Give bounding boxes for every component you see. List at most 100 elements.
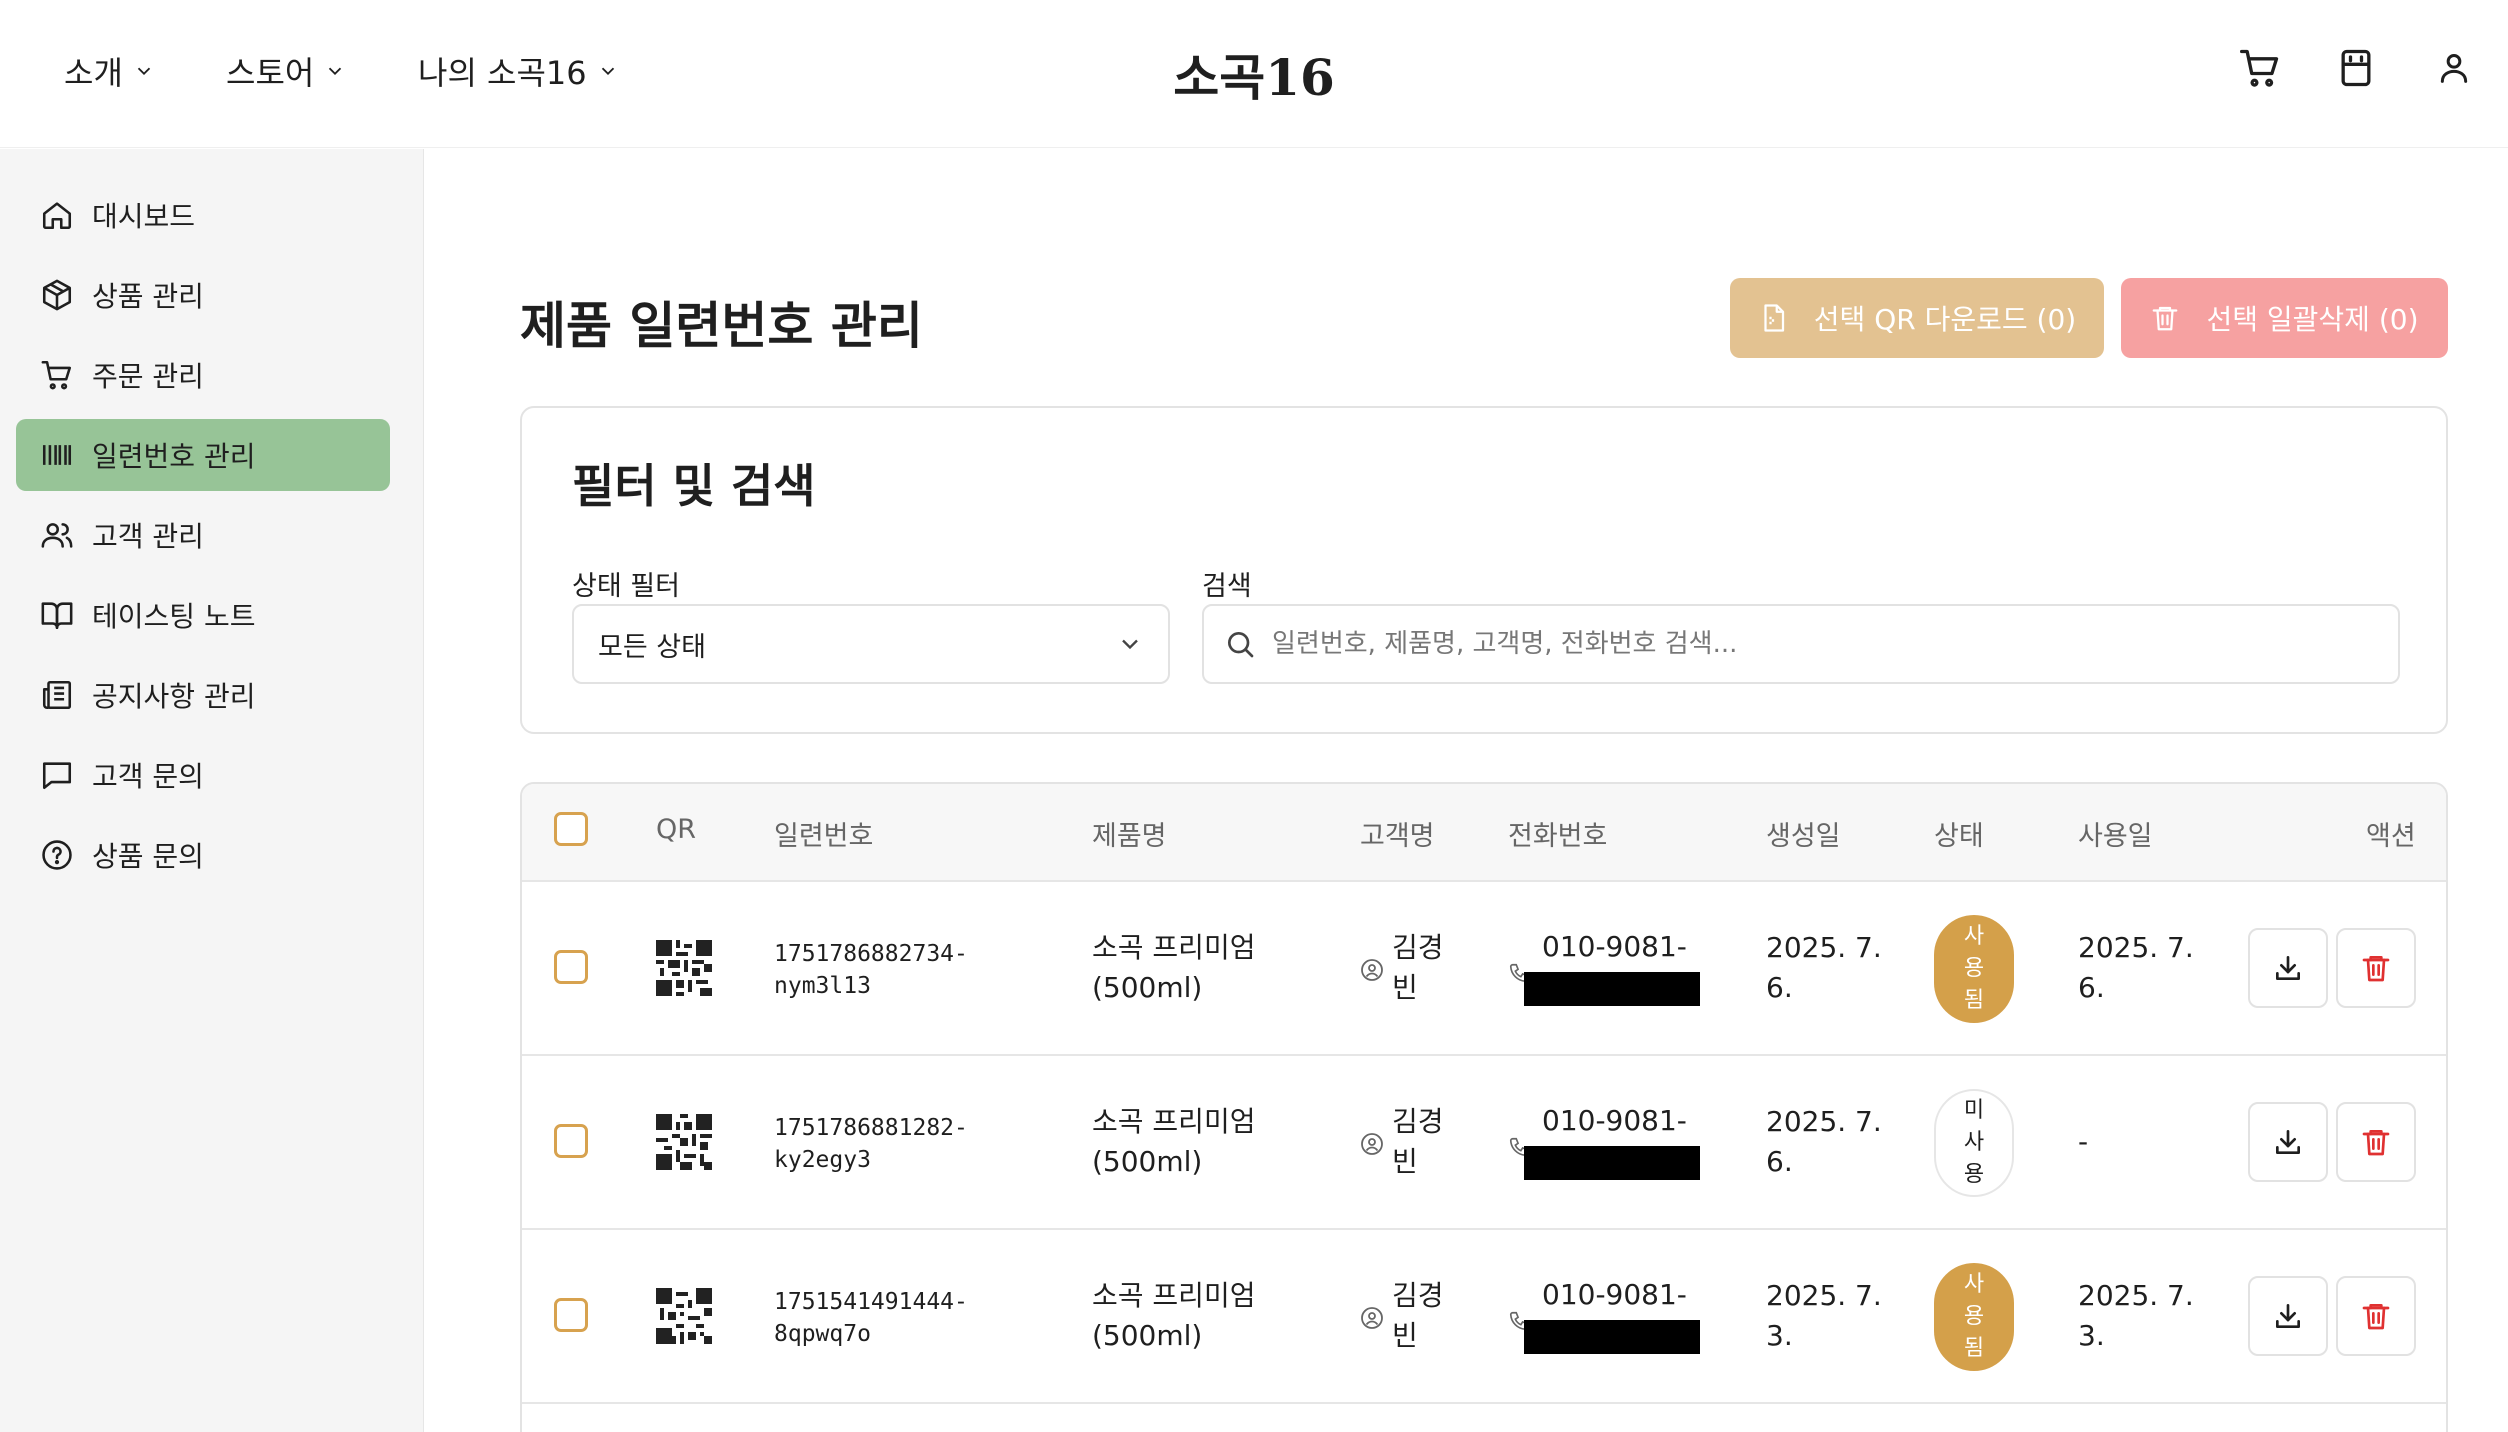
download-qr-button[interactable] [2248, 928, 2328, 1008]
delete-button[interactable] [2336, 1102, 2416, 1182]
users-icon [41, 523, 73, 548]
nav-item-my-sogok16[interactable]: 나의 소곡16 [418, 48, 619, 94]
date-line: 3. [2078, 1319, 2105, 1352]
trash-icon [2362, 1130, 2390, 1156]
brand-logo-wrap: 소곡16 [0, 38, 2508, 110]
help-circle-icon [42, 840, 72, 870]
download-icon [2276, 956, 2300, 980]
sidebar-item-customers[interactable]: 고객 관리 [16, 499, 390, 571]
nav-item-label: 나의 소곡16 [418, 54, 587, 92]
used-date: 2025. 7. 3. [2078, 1276, 2194, 1356]
qr-download-button[interactable]: 선택 QR 다운로드 (0) [1730, 278, 2104, 358]
sidebar-item-notices[interactable]: 공지사항 관리 [16, 659, 390, 731]
customer-line: 빈 [1392, 1145, 1418, 1178]
sidebar-item-serials[interactable]: 일련번호 관리 [16, 419, 390, 491]
trash-icon [2153, 306, 2178, 331]
created-date: 2025. 7. 3. [1766, 1276, 1882, 1356]
product-line: (500ml) [1092, 1145, 1203, 1178]
bulk-delete-label: 선택 일괄삭제 (0) [2206, 303, 2419, 336]
nav-item-about[interactable]: 소개 [64, 48, 155, 94]
phone-number: 010-9081- [1542, 1278, 1687, 1311]
select-all-checkbox[interactable] [554, 812, 588, 846]
chevron-down-icon [329, 67, 342, 76]
chevron-down-icon [1122, 639, 1138, 650]
nav-item-label: 스토어 [226, 54, 315, 92]
message-icon [42, 762, 72, 790]
nav-item-label: 소개 [64, 54, 123, 92]
status-badge: 미사용 [1934, 1089, 2014, 1197]
table-header-row: QR 일련번호 제품명 고객명 전화번호 생성일 상태 사용일 액션 [522, 784, 2446, 882]
nav-item-store[interactable]: 스토어 [226, 48, 346, 94]
user-icon[interactable] [2434, 46, 2474, 90]
trash-icon [2362, 1304, 2390, 1330]
search-box[interactable] [1202, 604, 2400, 684]
qr-code-icon[interactable] [656, 1114, 712, 1170]
sidebar-item-products[interactable]: 상품 관리 [16, 259, 390, 331]
sidebar-item-orders[interactable]: 주문 관리 [16, 339, 390, 411]
sidebar-item-label: 고객 문의 [92, 760, 204, 793]
trash-icon [2362, 956, 2390, 982]
customer-line: 빈 [1392, 971, 1418, 1004]
sidebar-item-tasting-notes[interactable]: 테이스팅 노트 [16, 579, 390, 651]
file-qr-icon [1764, 304, 1784, 332]
table-row: 1751541491444- 8qpwq7o 소곡 프리미엄 (500ml) 김경 빈… [522, 1230, 2446, 1404]
column-header-actions: 액션 [2366, 821, 2416, 852]
delete-button[interactable] [2336, 1276, 2416, 1356]
row-checkbox[interactable] [554, 1124, 588, 1158]
chevron-down-icon [601, 67, 614, 76]
status-badge: 사용됨 [1934, 1263, 2014, 1371]
customer-line: 김경 [1392, 1105, 1444, 1138]
bag-icon[interactable] [2334, 46, 2378, 90]
status-char: 사 [1963, 924, 1985, 949]
qr-code-icon[interactable] [656, 940, 712, 996]
row-checkbox[interactable] [554, 950, 588, 984]
redacted-phone-suffix [1524, 972, 1700, 1006]
user-circle-icon [1361, 1307, 1383, 1329]
column-header-status: 상태 [1934, 821, 1984, 852]
customer-line: 김경 [1392, 931, 1444, 964]
product-line: 소곡 프리미엄 [1092, 1105, 1256, 1138]
search-input[interactable] [1272, 629, 2372, 659]
used-date: 2025. 7. 6. [2078, 928, 2194, 1008]
serials-table: QR 일련번호 제품명 고객명 전화번호 생성일 상태 사용일 액션 17517… [520, 782, 2448, 1432]
customer-name: 김경빈 [1392, 1102, 1472, 1182]
created-date: 2025. 7. 6. [1766, 1102, 1882, 1182]
sidebar-item-product-inquiries[interactable]: 상품 문의 [16, 819, 390, 891]
date-line: 2025. 7. [1766, 1279, 1882, 1312]
sidebar-item-label: 공지사항 관리 [92, 680, 256, 713]
customer-name: 김경빈 [1392, 928, 1472, 1008]
used-date: - [2078, 1122, 2088, 1162]
qr-code-icon[interactable] [656, 1288, 712, 1344]
home-icon [42, 202, 72, 230]
download-qr-button[interactable] [2248, 1102, 2328, 1182]
bulk-delete-button[interactable]: 선택 일괄삭제 (0) [2121, 278, 2448, 358]
column-header-serial: 일련번호 [774, 821, 874, 852]
sidebar-item-label: 주문 관리 [92, 360, 204, 393]
created-date: 2025. 7. 6. [1766, 928, 1882, 1008]
cart-icon[interactable] [2238, 46, 2282, 90]
download-qr-button[interactable] [2248, 1276, 2328, 1356]
product-line: (500ml) [1092, 1319, 1203, 1352]
column-header-used-date: 사용일 [2078, 821, 2153, 852]
row-checkbox[interactable] [554, 1298, 588, 1332]
sidebar-item-customer-inquiries[interactable]: 고객 문의 [16, 739, 390, 811]
serial-line: 1751786882734- [774, 941, 968, 967]
column-header-qr: QR [656, 814, 697, 845]
status-filter-select[interactable]: 모든 상태 [572, 604, 1170, 684]
delete-button[interactable] [2336, 928, 2416, 1008]
serial-line: nym3l13 [774, 973, 871, 999]
book-icon [41, 602, 73, 630]
column-header-created: 생성일 [1766, 821, 1841, 852]
product-line: 소곡 프리미엄 [1092, 1279, 1256, 1312]
sidebar-item-dashboard[interactable]: 대시보드 [16, 179, 390, 251]
serial-line: 1751786881282- [774, 1115, 968, 1141]
date-line: 2025. 7. [1766, 1105, 1882, 1138]
serial-number: 1751541491444- 8qpwq7o [774, 1286, 968, 1350]
status-char: 사 [1963, 1130, 1985, 1155]
column-header-customer: 고객명 [1360, 821, 1435, 852]
product-name: 소곡 프리미엄 (500ml) [1092, 1276, 1255, 1356]
phone-number: 010-9081- [1542, 1104, 1687, 1137]
date-line: 2025. 7. [2078, 1279, 2194, 1312]
brand-logo[interactable]: 소곡16 [1173, 48, 1335, 107]
table-row: 1751786882734- nym3l13 소곡 프리미엄 (500ml) 김경 빈… [522, 882, 2446, 1056]
